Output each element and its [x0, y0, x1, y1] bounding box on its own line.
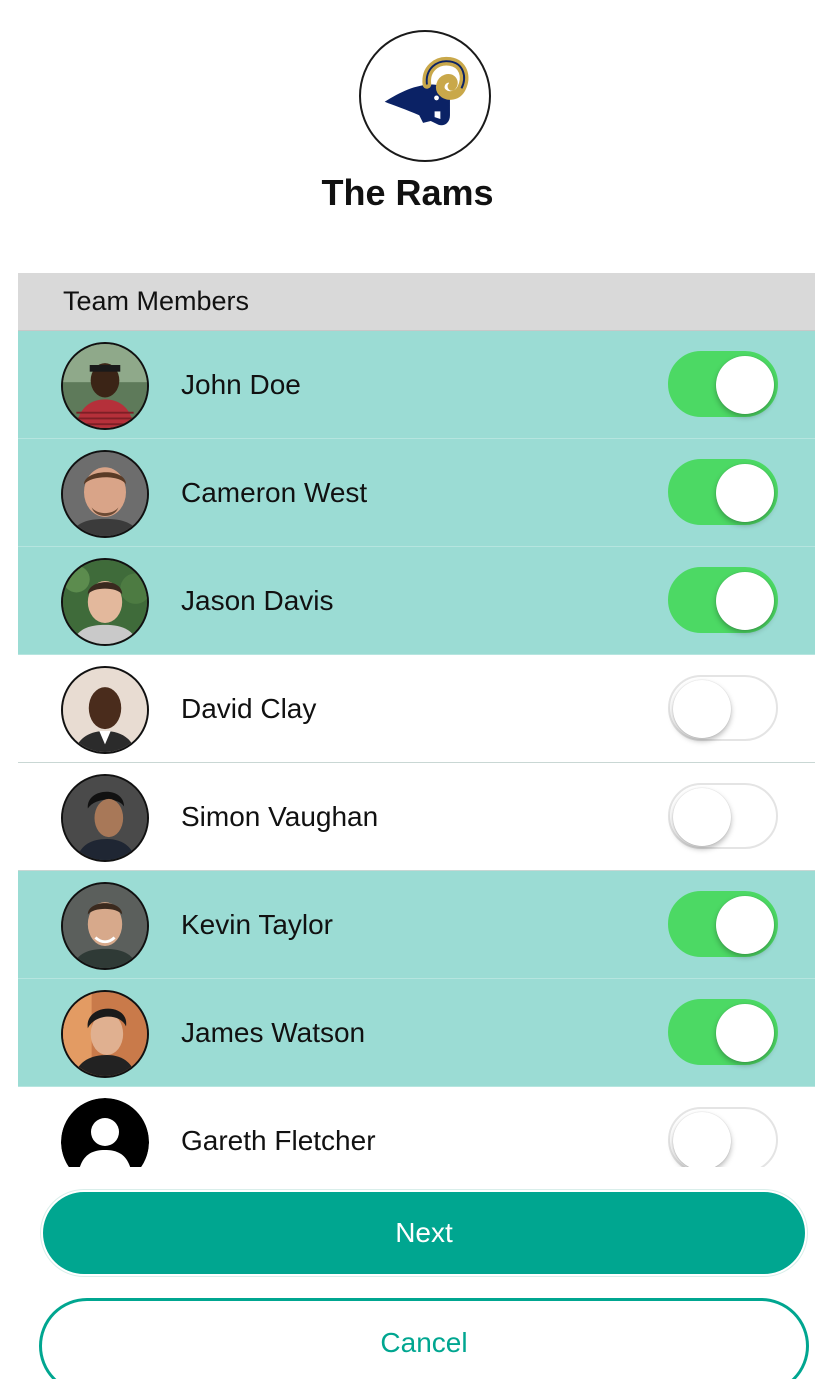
person-photo-icon [63, 452, 147, 536]
member-name: Cameron West [181, 477, 368, 508]
toggle-knob [673, 1112, 731, 1167]
next-button[interactable]: Next [41, 1190, 807, 1276]
member-toggle[interactable] [668, 891, 778, 957]
avatar [61, 882, 149, 970]
person-photo-icon [63, 668, 147, 752]
toggle-knob [716, 896, 774, 954]
member-toggle[interactable] [668, 783, 778, 849]
person-photo-icon [63, 992, 147, 1076]
avatar [61, 342, 149, 430]
avatar [61, 990, 149, 1078]
toggle-knob [716, 356, 774, 414]
avatar [61, 774, 149, 862]
member-name: Jason Davis [181, 585, 334, 616]
member-name: Gareth Fletcher [181, 1125, 376, 1156]
team-name: The Rams [321, 172, 494, 213]
member-row-david-clay[interactable]: David Clay [18, 655, 815, 763]
member-toggle[interactable] [668, 459, 778, 525]
avatar [61, 558, 149, 646]
avatar [61, 1098, 149, 1167]
cancel-button[interactable]: Cancel [39, 1298, 809, 1379]
member-row-kevin-taylor[interactable]: Kevin Taylor [18, 871, 815, 979]
toggle-knob [673, 680, 731, 738]
member-name: David Clay [181, 693, 317, 724]
team-logo [359, 30, 491, 162]
member-row-jason-davis[interactable]: Jason Davis [18, 547, 815, 655]
member-toggle[interactable] [668, 675, 778, 741]
member-toggle[interactable] [668, 351, 778, 417]
toggle-knob [716, 464, 774, 522]
toggle-knob [673, 788, 731, 846]
member-name: Kevin Taylor [181, 909, 334, 940]
member-row-john-doe[interactable]: John Doe [18, 331, 815, 439]
member-list[interactable]: John Doe Cameron West Jason Davis David … [18, 331, 815, 1167]
person-photo-icon [63, 560, 147, 644]
member-toggle[interactable] [668, 1107, 778, 1167]
person-photo-icon [63, 884, 147, 968]
section-header-team-members: Team Members [18, 273, 815, 331]
avatar [61, 666, 149, 754]
team-members-screen: The Rams Team Members John Doe Cameron W… [0, 0, 815, 1379]
rams-logo-icon [384, 56, 469, 126]
avatar [61, 450, 149, 538]
member-row-james-watson[interactable]: James Watson [18, 979, 815, 1087]
section-title: Team Members [63, 286, 250, 316]
member-name: James Watson [181, 1017, 366, 1048]
person-photo-icon [63, 776, 147, 860]
member-toggle[interactable] [668, 567, 778, 633]
member-row-simon-vaughan[interactable]: Simon Vaughan [18, 763, 815, 871]
toggle-knob [716, 572, 774, 630]
member-row-cameron-west[interactable]: Cameron West [18, 439, 815, 547]
user-placeholder-icon [61, 1098, 149, 1167]
member-name: John Doe [181, 369, 301, 400]
member-toggle[interactable] [668, 999, 778, 1065]
member-row-gareth-fletcher[interactable]: Gareth Fletcher [18, 1087, 815, 1167]
toggle-knob [716, 1004, 774, 1062]
person-photo-icon [63, 344, 147, 428]
member-name: Simon Vaughan [181, 801, 379, 832]
